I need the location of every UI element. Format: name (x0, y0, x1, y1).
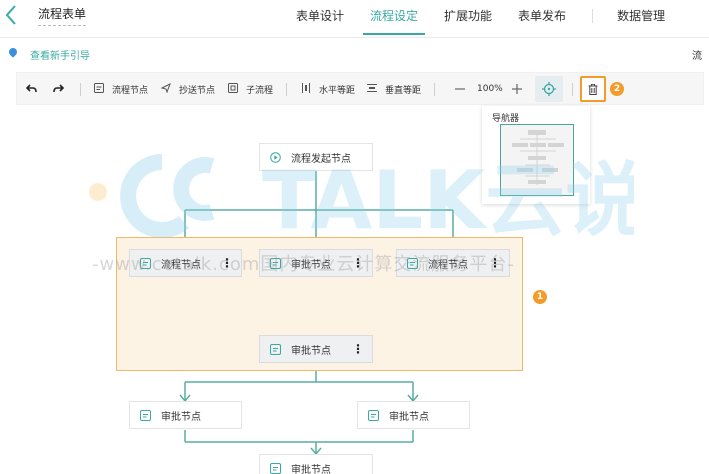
crosshair-icon (542, 82, 556, 96)
main-tabs: 表单设计 流程设定 扩展功能 表单发布 数据管理 (296, 0, 691, 38)
redo-icon (53, 84, 64, 93)
navigator-viewport[interactable] (500, 124, 574, 196)
approval-node-label: 审批节点 (291, 345, 331, 357)
approval-node-label: 审批节点 (389, 411, 429, 423)
navigator-title: 导航器 (492, 114, 520, 124)
start-node[interactable]: 流程发起节点 (259, 143, 373, 171)
tab-process-settings[interactable]: 流程设定 (363, 0, 426, 35)
vertical-distribute-label: 垂直等距 (385, 85, 422, 96)
approval-node-label: 审批节点 (291, 259, 331, 271)
horizontal-distribute-button[interactable]: 水平等距 (301, 81, 355, 97)
more-vertical-icon[interactable]: ⋮ (489, 256, 501, 270)
approval-node[interactable]: 审批节点 (259, 454, 373, 474)
step-badge-selection: 1 (533, 290, 547, 304)
send-icon (160, 82, 171, 96)
form-node-icon (269, 257, 281, 269)
tab-divider (592, 9, 594, 23)
navigator-panel: 导航器 (482, 106, 590, 204)
tab-data-management[interactable]: 数据管理 (617, 0, 665, 35)
locate-button[interactable] (535, 76, 563, 102)
redo-button[interactable] (53, 81, 64, 97)
undo-button[interactable] (26, 81, 37, 97)
flow-node[interactable]: 流程节点 ⋮ (396, 249, 510, 277)
newbie-guide-link[interactable]: 查看新手引导 (30, 47, 90, 62)
add-flow-node-label: 流程节点 (112, 85, 149, 96)
flow-toolbar: 流程节点 抄送节点 子流程 水平等距 垂直等距 100% 2 (16, 72, 704, 105)
add-flow-node-button[interactable]: 流程节点 (94, 81, 148, 97)
start-node-label: 流程发起节点 (291, 153, 351, 165)
approval-node-label: 审批节点 (161, 411, 201, 423)
step-badge-delete: 2 (610, 82, 624, 96)
flow-node-label: 流程节点 (161, 259, 201, 271)
toolbar-divider (286, 83, 287, 96)
clipped-side-text: 流 (692, 51, 702, 62)
undo-icon (26, 84, 37, 93)
zoom-out-button[interactable] (455, 81, 465, 97)
flow-node[interactable]: 流程节点 ⋮ (129, 249, 242, 277)
form-node-icon (406, 257, 418, 269)
toolbar-divider (434, 83, 435, 96)
approval-node[interactable]: 审批节点 (357, 401, 470, 429)
tab-extensions[interactable]: 扩展功能 (444, 0, 492, 35)
approval-node-label: 审批节点 (291, 464, 331, 474)
plus-icon (512, 84, 522, 94)
vertical-distribute-button[interactable]: 垂直等距 (367, 81, 421, 97)
approval-node[interactable]: 审批节点 ⋮ (259, 335, 373, 363)
form-title[interactable]: 流程表单 (38, 5, 87, 26)
play-circle-icon (269, 151, 281, 163)
form-node-icon (367, 409, 379, 421)
minimap-icon (512, 130, 564, 185)
trash-icon (588, 83, 598, 95)
flow-node-label: 流程节点 (428, 259, 468, 271)
back-button[interactable] (4, 4, 26, 26)
chevron-left-icon (5, 5, 16, 25)
more-vertical-icon[interactable]: ⋮ (221, 256, 233, 270)
delete-button[interactable] (580, 76, 606, 102)
add-cc-node-label: 抄送节点 (179, 85, 216, 96)
top-header: 流程表单 表单设计 流程设定 扩展功能 表单发布 数据管理 (0, 0, 709, 38)
add-subflow-button[interactable]: 子流程 (228, 81, 273, 97)
more-vertical-icon[interactable]: ⋮ (352, 256, 364, 270)
guide-bar: 查看新手引导 流 (0, 40, 709, 70)
horizontal-distribute-icon (301, 82, 311, 96)
zoom-level: 100% (477, 84, 503, 94)
form-node-icon (94, 82, 104, 96)
form-node-icon (269, 343, 281, 355)
minus-icon (455, 88, 465, 90)
toolbar-divider (572, 83, 573, 96)
approval-node[interactable]: 审批节点 (129, 401, 242, 429)
form-node-icon (139, 409, 151, 421)
horizontal-distribute-label: 水平等距 (319, 85, 356, 96)
approval-node[interactable]: 审批节点 ⋮ (259, 249, 373, 277)
tab-form-publish[interactable]: 表单发布 (518, 0, 566, 35)
add-subflow-label: 子流程 (246, 85, 274, 96)
zoom-in-button[interactable] (512, 81, 522, 97)
form-node-icon (139, 257, 151, 269)
map-pin-icon (7, 46, 19, 58)
add-cc-node-button[interactable]: 抄送节点 (160, 81, 216, 97)
subflow-icon (228, 82, 238, 96)
vertical-distribute-icon (367, 83, 377, 96)
more-vertical-icon[interactable]: ⋮ (352, 342, 364, 356)
tab-form-design[interactable]: 表单设计 (296, 0, 344, 35)
toolbar-divider (80, 83, 81, 96)
form-node-icon (269, 462, 281, 474)
